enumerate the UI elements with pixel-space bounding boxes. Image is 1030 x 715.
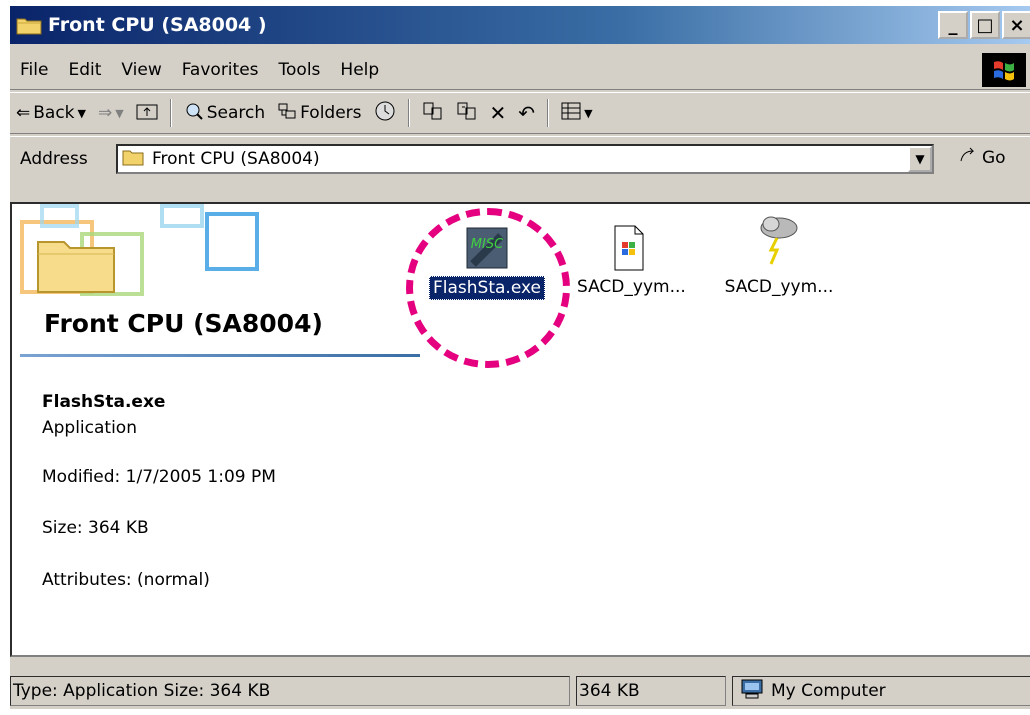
detail-name: FlashSta.exe xyxy=(42,392,166,412)
search-button[interactable]: Search xyxy=(184,101,265,126)
detail-attributes: Attributes: (normal) xyxy=(42,570,210,590)
undo-icon: ↶ xyxy=(518,101,536,125)
go-label: Go xyxy=(982,147,1006,168)
chevron-down-icon: ▼ xyxy=(77,106,86,120)
menu-bar: File Edit View Favorites Tools Help xyxy=(10,50,1030,90)
weather-icon xyxy=(757,212,801,272)
window-title: Front CPU (SA8004 ) xyxy=(48,14,267,36)
setup-icon xyxy=(611,224,647,272)
delete-icon: ✕ xyxy=(489,101,507,125)
folders-button[interactable]: Folders xyxy=(277,101,362,126)
delete-button[interactable]: ✕ xyxy=(490,101,507,125)
search-icon xyxy=(184,101,204,126)
back-button[interactable]: ⇐ Back ▼ xyxy=(16,103,86,123)
history-button[interactable] xyxy=(374,100,396,127)
detail-modified: Modified: 1/7/2005 1:09 PM xyxy=(42,467,276,487)
status-bar: Type: Application Size: 364 KB 364 KB My… xyxy=(10,672,1030,709)
chevron-down-icon: ▼ xyxy=(115,106,124,120)
menu-file[interactable]: File xyxy=(20,60,48,80)
large-folder-icon xyxy=(36,234,116,299)
explorer-window: Front CPU (SA8004 ) _ □ × File Edit View… xyxy=(8,6,1030,709)
folders-label: Folders xyxy=(300,103,362,123)
file-item[interactable]: SACD_yym... xyxy=(574,224,686,298)
menu-favorites[interactable]: Favorites xyxy=(182,60,259,80)
up-folder-icon xyxy=(136,101,158,126)
folder-icon xyxy=(122,148,144,171)
folder-content-pane: Front CPU (SA8004) FlashSta.exe Applicat… xyxy=(10,202,1030,657)
back-arrow-icon: ⇐ xyxy=(16,103,31,123)
address-value: Front CPU (SA8004) xyxy=(152,149,320,169)
address-label: Address xyxy=(20,148,88,169)
history-icon xyxy=(374,100,396,127)
search-label: Search xyxy=(206,103,266,123)
chevron-down-icon: ▼ xyxy=(584,106,593,120)
undo-button[interactable]: ↶ xyxy=(518,101,535,125)
folders-icon xyxy=(277,101,297,126)
move-to-icon xyxy=(422,101,444,126)
menu-view[interactable]: View xyxy=(121,60,161,80)
address-input[interactable]: Front CPU (SA8004) ▼ xyxy=(116,144,934,174)
menu-help[interactable]: Help xyxy=(340,60,379,80)
menu-tools[interactable]: Tools xyxy=(279,60,321,80)
detail-type: Application xyxy=(42,418,137,438)
copy-to-icon xyxy=(456,101,478,126)
address-dropdown-button[interactable]: ▼ xyxy=(908,146,932,172)
minimize-button[interactable]: _ xyxy=(938,11,968,39)
banner-divider xyxy=(20,354,420,357)
address-bar: Address Front CPU (SA8004) ▼ Go xyxy=(10,136,1030,180)
toolbar-separator xyxy=(547,99,550,127)
toolbar-separator xyxy=(169,99,172,127)
forward-button[interactable]: ⇒ ▼ xyxy=(98,103,124,123)
forward-arrow-icon: ⇒ xyxy=(98,103,113,123)
standard-toolbar: ⇐ Back ▼ ⇒ ▼ Search Folders ✕ ↶ ▼ xyxy=(10,92,1030,134)
status-size: 364 KB xyxy=(576,676,726,706)
my-computer-icon xyxy=(739,678,765,705)
windows-logo-icon xyxy=(982,53,1026,87)
toolbar-separator xyxy=(407,99,410,127)
folder-title: Front CPU (SA8004) xyxy=(44,309,323,338)
up-folder-button[interactable] xyxy=(136,101,158,126)
highlight-circle xyxy=(406,208,570,368)
views-icon xyxy=(561,102,581,125)
go-button[interactable]: Go xyxy=(958,146,1006,169)
status-zone-label: My Computer xyxy=(771,681,886,701)
chevron-down-icon: ▼ xyxy=(915,152,925,166)
go-arrow-icon xyxy=(958,146,978,169)
file-label: SACD_yym... xyxy=(577,277,686,297)
copy-to-button[interactable] xyxy=(456,101,478,126)
move-to-button[interactable] xyxy=(422,101,444,126)
views-button[interactable]: ▼ xyxy=(561,102,593,125)
file-label: SACD_yym... xyxy=(724,277,834,297)
status-type-size: Type: Application Size: 364 KB xyxy=(10,676,570,706)
detail-size: Size: 364 KB xyxy=(42,518,149,538)
status-zone: My Computer xyxy=(732,676,1030,706)
title-bar[interactable]: Front CPU (SA8004 ) _ □ × xyxy=(10,6,1030,44)
maximize-button[interactable]: □ xyxy=(970,11,1000,39)
folder-icon xyxy=(16,15,42,35)
back-label: Back xyxy=(33,103,75,123)
menu-edit[interactable]: Edit xyxy=(68,60,101,80)
close-button[interactable]: × xyxy=(1002,11,1030,39)
file-item[interactable]: SACD_yym... xyxy=(719,212,839,298)
